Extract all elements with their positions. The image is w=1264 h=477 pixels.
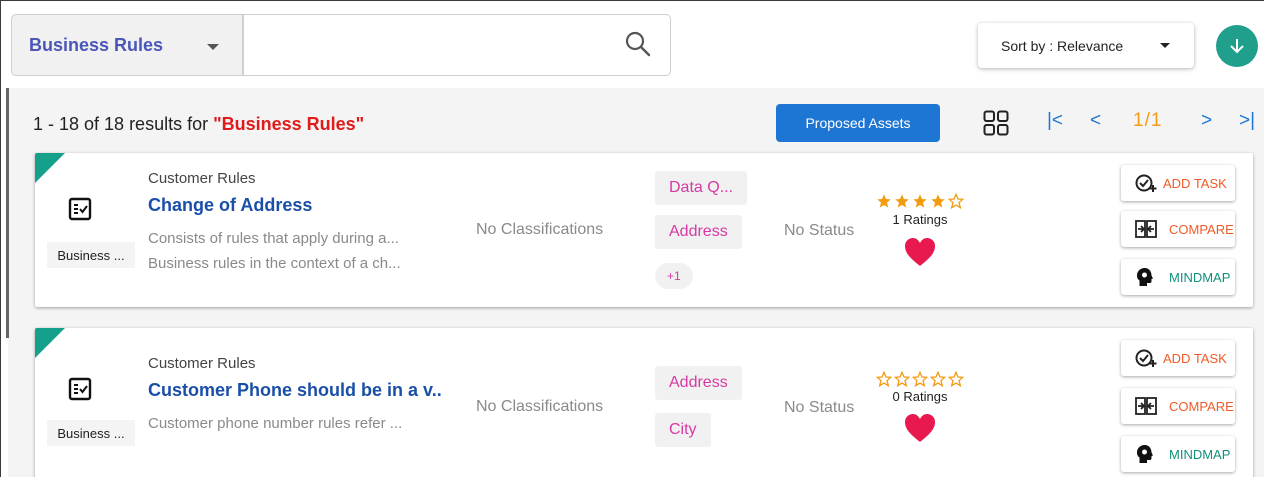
sort-dropdown[interactable]: Sort by : Relevance <box>978 23 1194 68</box>
mindmap-button[interactable]: MINDMAP <box>1121 259 1235 295</box>
tag-chip[interactable]: Data Q... <box>655 171 748 205</box>
star-outline-icon <box>912 371 928 387</box>
search-icon[interactable] <box>625 31 651 57</box>
proposed-assets-button[interactable]: Proposed Assets <box>776 104 940 142</box>
card-corner-marker <box>35 153 65 183</box>
pager-prev-button[interactable]: < <box>1090 110 1101 132</box>
window-left-border <box>0 0 1 477</box>
pager-last-button[interactable]: >| <box>1239 110 1255 132</box>
sort-dropdown-label: Sort by : Relevance <box>1001 37 1124 54</box>
results-count-text: 1 - 18 of 18 results for <box>33 114 214 134</box>
status-text: No Status <box>784 399 855 416</box>
result-card[interactable]: Business ... Customer Rules Change of Ad… <box>35 153 1253 307</box>
rating-stars[interactable] <box>865 193 975 209</box>
ratings-count: 0 Ratings <box>892 389 948 404</box>
arrow-down-icon <box>1230 39 1244 54</box>
compare-label: COMPARE <box>1169 221 1234 237</box>
status-text: No Status <box>784 222 855 239</box>
classification-text: No Classifications <box>476 221 604 238</box>
star-outline-icon <box>948 193 964 209</box>
classification-text: No Classifications <box>476 398 604 415</box>
compare-icon <box>1135 220 1157 238</box>
compare-button[interactable]: COMPARE <box>1121 388 1235 424</box>
star-filled-icon <box>877 194 891 208</box>
asset-type-select[interactable]: Business Rules <box>11 14 243 76</box>
checklist-icon <box>68 197 92 221</box>
chevron-down-icon <box>1160 43 1170 48</box>
pager-next-button[interactable]: > <box>1201 110 1212 132</box>
mindmap-label: MINDMAP <box>1169 446 1231 462</box>
tag-chip[interactable]: City <box>655 413 711 447</box>
mindmap-button[interactable]: MINDMAP <box>1121 436 1235 472</box>
asset-description: Customer phone number rules refer ... <box>148 415 403 432</box>
asset-type-badge: Business ... <box>47 420 135 446</box>
star-filled-icon <box>895 194 909 208</box>
card-corner-marker <box>35 328 65 358</box>
asset-title-link[interactable]: Customer Phone should be in a v.. <box>148 380 442 401</box>
download-button[interactable] <box>1216 25 1258 67</box>
checklist-icon <box>68 377 92 401</box>
heart-icon[interactable] <box>904 237 936 267</box>
pager-first-button[interactable]: |< <box>1047 110 1063 132</box>
star-outline-icon <box>876 371 892 387</box>
star-outline-icon <box>930 371 946 387</box>
add-task-icon <box>1135 174 1157 192</box>
chevron-down-icon <box>207 44 219 50</box>
heart-icon[interactable] <box>904 413 936 443</box>
pager-page-indicator: 1/1 <box>1133 110 1163 131</box>
compare-button[interactable]: COMPARE <box>1121 211 1235 247</box>
compare-icon <box>1135 397 1157 415</box>
tag-chip[interactable]: Address <box>655 215 742 249</box>
compare-label: COMPARE <box>1169 398 1234 414</box>
rating-stars[interactable] <box>865 371 975 387</box>
star-filled-icon <box>931 194 945 208</box>
asset-title-link[interactable]: Change of Address <box>148 195 312 216</box>
star-outline-icon <box>894 371 910 387</box>
window-top-border <box>0 0 1264 1</box>
mindmap-icon <box>1137 268 1153 286</box>
asset-type-select-label: Business Rules <box>29 34 164 55</box>
grid-view-icon[interactable] <box>983 110 1009 136</box>
results-count: 1 - 18 of 18 results for "Business Rules… <box>33 114 364 135</box>
asset-category: Customer Rules <box>148 170 256 187</box>
star-filled-icon <box>913 194 927 208</box>
add-task-button[interactable]: ADD TASK <box>1121 340 1235 376</box>
search-input[interactable] <box>254 27 614 63</box>
add-task-icon <box>1135 349 1157 367</box>
add-task-button[interactable]: ADD TASK <box>1121 165 1235 201</box>
mindmap-label: MINDMAP <box>1169 269 1231 285</box>
asset-category: Customer Rules <box>148 355 256 372</box>
tag-chip[interactable]: Address <box>655 366 742 400</box>
results-scroll-edge <box>6 88 9 338</box>
results-query: "Business Rules" <box>213 114 365 134</box>
ratings-count: 1 Ratings <box>892 212 948 227</box>
asset-type-badge: Business ... <box>47 242 135 268</box>
add-task-label: ADD TASK <box>1163 175 1227 191</box>
result-card[interactable]: Business ... Customer Rules Customer Pho… <box>35 328 1253 477</box>
tag-more-chip[interactable]: +1 <box>655 263 693 289</box>
mindmap-icon <box>1137 445 1153 463</box>
add-task-label: ADD TASK <box>1163 350 1227 366</box>
asset-description: Consists of rules that apply during a... <box>148 230 399 247</box>
star-outline-icon <box>948 371 964 387</box>
asset-description: Business rules in the context of a ch... <box>148 255 401 272</box>
search-field[interactable] <box>243 14 671 76</box>
